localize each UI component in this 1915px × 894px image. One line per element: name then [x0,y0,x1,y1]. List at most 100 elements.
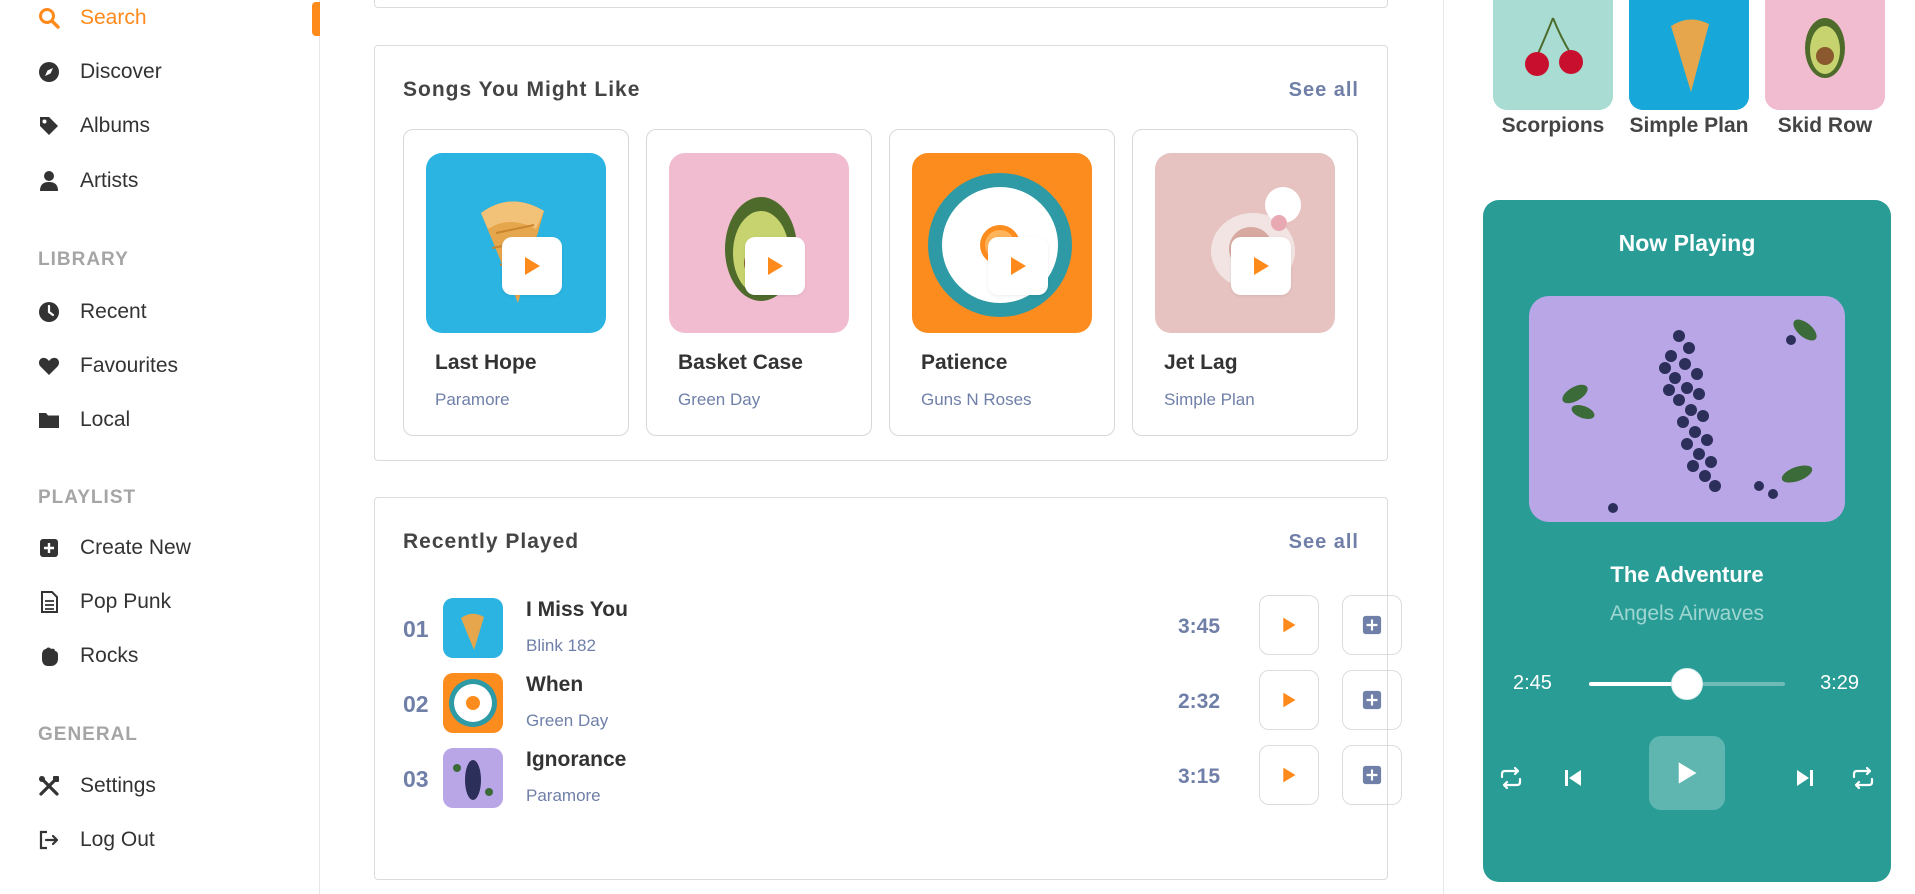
tools-icon [38,775,60,797]
play-button[interactable] [502,237,562,295]
play-icon [525,257,540,275]
artist-name: Skid Row [1777,114,1873,137]
repeat-button[interactable] [1491,758,1531,798]
song-artist: Guns N Roses [921,390,1032,409]
song-card[interactable]: Patience Guns N Roses [889,129,1115,436]
artist-tile-scorpions[interactable] [1493,0,1613,110]
play-icon [1283,617,1296,633]
song-title: Patience [921,351,1008,374]
play-button[interactable] [988,237,1048,295]
repeat-icon [1500,766,1522,790]
progress-slider[interactable] [1589,668,1785,700]
user-icon [38,170,60,192]
track-row[interactable]: 02 When Green Day 2:32 [403,670,1402,733]
sidebar-item-label: Albums [80,114,151,137]
track-row[interactable]: 01 I Miss You Blink 182 3:45 [403,595,1402,658]
track-title: I Miss You [526,598,628,621]
section-label-general: GENERAL [38,724,138,745]
track-duration: 2:32 [1178,690,1221,713]
now-playing-artist: Angels Airwaves [1609,602,1765,625]
shuffle-button[interactable] [1843,758,1883,798]
see-all-link[interactable]: See all [1289,79,1359,102]
logout-icon [38,829,60,851]
sidebar-item-label: Rocks [80,644,139,667]
track-number: 02 [403,691,429,717]
track-duration: 3:15 [1178,765,1221,788]
song-artist: Simple Plan [1164,390,1255,409]
sidebar-item-log-out[interactable]: Log Out [38,824,155,856]
songs-you-might-like-section: Songs You Might Like See all Last Hope P… [374,45,1388,461]
tag-icon [38,115,60,137]
plus-square-icon [1362,765,1382,785]
play-pause-button[interactable] [1649,736,1725,810]
sidebar-item-albums[interactable]: Albums [38,110,150,142]
song-card[interactable]: Last Hope Paramore [403,129,629,436]
section-title: Songs You Might Like [403,78,641,101]
sidebar-item-label: Search [80,6,147,29]
active-indicator [312,2,320,36]
sidebar-item-label: Artists [80,169,139,192]
sidebar-item-discover[interactable]: Discover [38,56,162,88]
artist-tile-simple-plan[interactable] [1629,0,1749,110]
track-number: 03 [403,766,429,792]
repeat-icon [1852,766,1874,790]
next-track-button[interactable] [1785,758,1825,798]
play-button[interactable] [1259,670,1319,730]
total-duration: 3:29 [1820,672,1859,694]
sidebar-item-artists[interactable]: Artists [38,165,138,197]
play-button[interactable] [1231,237,1291,295]
now-playing-panel: Now Playing The Adventure Angels Airwave… [1483,200,1891,882]
add-to-playlist-button[interactable] [1342,670,1402,730]
sidebar-item-label: Settings [80,774,156,797]
track-artist: Blink 182 [526,636,596,655]
sidebar-item-rocks[interactable]: Rocks [38,640,138,672]
sidebar-item-create-new[interactable]: Create New [38,532,191,564]
plus-square-icon [38,537,60,559]
now-playing-heading: Now Playing [1618,230,1756,256]
track-row[interactable]: 03 Ignorance Paramore 3:15 [403,745,1402,808]
hand-icon [38,645,60,667]
artist-name: Scorpions [1501,114,1605,137]
track-thumbnail [443,673,503,733]
song-card[interactable]: Jet Lag Simple Plan [1132,129,1358,436]
folder-icon [38,409,60,431]
add-to-playlist-button[interactable] [1342,745,1402,805]
previous-section-card [374,0,1388,8]
play-button[interactable] [745,237,805,295]
track-artist: Paramore [526,786,601,805]
sidebar-item-search[interactable]: Search [38,2,147,34]
sidebar-item-recent[interactable]: Recent [38,296,147,328]
now-playing-song-title: The Adventure [1610,562,1764,587]
track-thumbnail [443,598,503,658]
sidebar-item-label: Recent [80,300,147,323]
sidebar-item-settings[interactable]: Settings [38,770,156,802]
play-button[interactable] [1259,595,1319,655]
plus-square-icon [1362,690,1382,710]
play-icon [1011,257,1026,275]
see-all-link[interactable]: See all [1289,531,1359,554]
play-icon [1283,767,1296,783]
progress-handle[interactable] [1671,668,1703,700]
sidebar-item-favourites[interactable]: Favourites [38,350,178,382]
section-label-playlist: PLAYLIST [38,487,137,508]
file-icon [38,591,60,613]
plus-square-icon [1362,615,1382,635]
add-to-playlist-button[interactable] [1342,595,1402,655]
song-card[interactable]: Basket Case Green Day [646,129,872,436]
sidebar-item-label: Pop Punk [80,590,172,613]
recently-played-section: Recently Played See all 01 I Miss You Bl… [374,497,1402,880]
play-icon [1254,257,1269,275]
previous-track-button[interactable] [1553,758,1593,798]
track-thumbnail [443,748,503,808]
sidebar-item-local[interactable]: Local [38,404,130,436]
play-button[interactable] [1259,745,1319,805]
track-artist: Green Day [526,711,609,730]
sidebar-item-pop-punk[interactable]: Pop Punk [38,586,171,618]
song-title: Basket Case [678,351,803,374]
compass-icon [38,61,60,83]
artist-tile-skid-row[interactable] [1765,0,1885,110]
sidebar: Search Discover Albums Artists LIBRARY R… [0,0,320,894]
sidebar-item-label: Local [80,408,131,431]
sidebar-item-label: Log Out [80,828,155,851]
track-duration: 3:45 [1178,615,1221,638]
